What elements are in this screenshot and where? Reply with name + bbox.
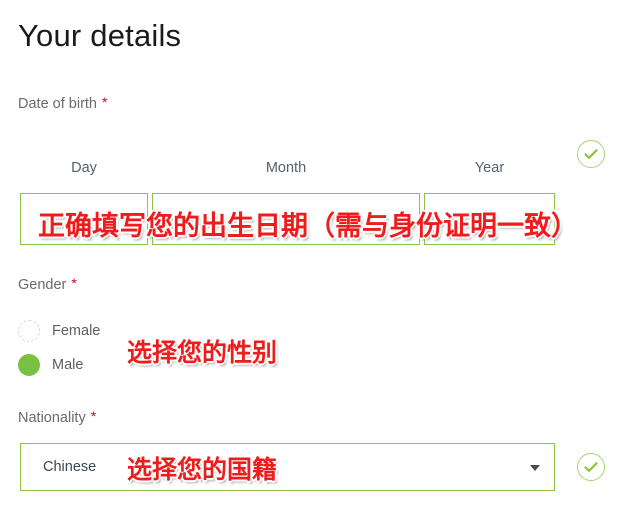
- day-input[interactable]: [20, 193, 148, 245]
- your-details-form: Your details Date of birth * Day Month Ye…: [0, 0, 618, 515]
- radio-unselected-icon[interactable]: [18, 320, 40, 342]
- chevron-down-icon[interactable]: [530, 465, 540, 471]
- month-column-label: Month: [265, 160, 307, 176]
- nationality-check-circle-icon: [577, 453, 605, 481]
- required-asterisk: *: [102, 94, 108, 110]
- date-of-birth-check-circle-icon: [577, 140, 605, 168]
- nationality-label-text: Nationality: [18, 410, 86, 426]
- date-of-birth-label-text: Date of birth: [18, 96, 97, 112]
- gender-label-text: Gender: [18, 277, 67, 293]
- year-column-label: Year: [474, 160, 505, 176]
- nationality-selected-value: Chinese: [43, 459, 97, 475]
- page-title: Your details: [18, 18, 182, 53]
- gender-option-male[interactable]: Male: [18, 354, 83, 376]
- required-asterisk: *: [90, 408, 97, 424]
- gender-option-female-label: Female: [52, 323, 101, 339]
- date-of-birth-label: Date of birth *: [18, 93, 107, 113]
- radio-selected-icon[interactable]: [18, 354, 40, 376]
- nationality-select[interactable]: Chinese: [20, 443, 555, 491]
- nationality-label: Nationality *: [18, 407, 96, 427]
- month-input[interactable]: [152, 193, 420, 245]
- day-column-label: Day: [71, 160, 97, 176]
- gender-option-male-label: Male: [52, 357, 84, 373]
- required-asterisk: *: [71, 275, 77, 291]
- gender-option-female[interactable]: Female: [18, 320, 100, 342]
- gender-label: Gender *: [18, 274, 77, 294]
- year-input[interactable]: [424, 193, 555, 245]
- annotation-gender: 选择您的性别: [127, 338, 278, 367]
